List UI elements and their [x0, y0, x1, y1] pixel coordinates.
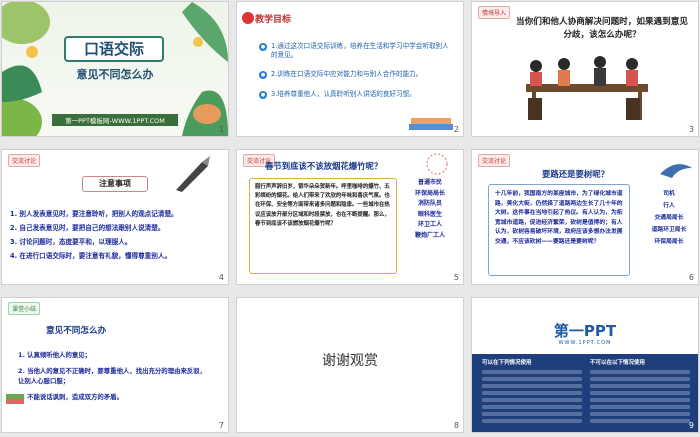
meeting-illustration [526, 56, 648, 120]
role-item: 消防队员 [417, 200, 442, 207]
slide-number: 4 [218, 273, 224, 282]
bulb-icon [242, 12, 254, 24]
roles-list: 司机 行人 交通局局长 道路环卫局长 环保局局长 [644, 188, 694, 248]
slide-thumbnail-4[interactable]: 交流讨论 注意事项 1. 别人发表意见时，要注意聆听，把别人的观点记清楚。 2.… [2, 150, 228, 284]
role-item: 行人 [663, 203, 675, 209]
slide-number: 1 [218, 125, 224, 134]
role-item: 鞭炮厂工人 [414, 231, 445, 239]
slide-thumbnail-3[interactable]: 情境导入 当你们和他人协商解决问题时，如果遇到意见分歧，该怎么办呢？ 3 [472, 2, 698, 136]
allowed-usage-heading: 可以在下列情况使用 [482, 360, 532, 366]
slide-title: 口语交际 [64, 36, 164, 62]
summary-heading: 意见不同怎么办 [46, 326, 107, 336]
role-item: 道路环卫局长 [651, 227, 687, 233]
books-icon [6, 394, 24, 404]
slide-thumbnail-6[interactable]: 交流讨论 要路还是要树呢？ 十几年前，我国南方的某座城市，为了绿化城市道路，美化… [472, 150, 698, 284]
slide-title: 要路还是要树呢？ [542, 169, 609, 179]
section-tag: 交流讨论 [8, 154, 41, 167]
slide-thumbnail-5[interactable]: 交流讨论 春节到底该不该放烟花爆竹呢？ 腊行声声辞旧岁，银华朵朵贺新年。呼里咖啡… [237, 150, 463, 284]
objective-item: ● 1.通过这次口语交际训练，培养在生活和学习中学会听取别人的意见。 [259, 42, 451, 60]
role-item: 环保局局长 [414, 189, 445, 197]
slide-number: 6 [688, 273, 694, 282]
slide-thumbnail-9[interactable]: 第一PPT WWW.1PPT.COM 可以在下列情况使用 不可以在以下情况使用 … [472, 298, 698, 432]
thanks-text: 谢谢观赏 [322, 353, 378, 369]
section-tag-label: 教学目标 [255, 15, 292, 25]
bullet-icon: ● [259, 91, 267, 99]
summary-item: 2. 当他人的意见不正确时，要尊重他人，找出充分的理由来反驳，让别人心服口服； [18, 367, 207, 385]
role-item: 交通局局长 [654, 215, 684, 221]
objective-text: 2.训练在口语交际中应对能力和与别人合作的能力。 [271, 70, 423, 78]
objective-item: ● 2.训练在口语交际中应对能力和与别人合作的能力。 [259, 70, 451, 79]
note-item: 2. 自己发表意见时，要把自己的想法跟别人说清楚。 [10, 224, 165, 232]
scenario-text: 腊行声声辞旧岁，银华朵朵贺新年。呼里咖啡的爆竹、五彩缤纷的烟花。给人们带来了欢欣… [249, 178, 397, 274]
note-item: 1. 别人发表意见时，要注意聆听，把别人的观点记清楚。 [10, 210, 178, 218]
forbidden-usage-lines [590, 370, 690, 426]
scenario-text: 十几年前，我国南方的某座城市，为了绿化城市道路，美化大街，仍然择了道路两边生长了… [488, 184, 630, 276]
objective-item: ● 3.培养尊重他人，认真聆听别人讲话的良好习惯。 [259, 90, 451, 99]
slide-thumbnail-1[interactable]: 口语交际 意见不同怎么办 第一PPT模板网-WWW.1PPT.COM 1 [2, 2, 228, 136]
objective-text: 3.培养尊重他人，认真聆听别人讲话的良好习惯。 [271, 90, 416, 98]
role-item: 普通市民 [417, 179, 442, 186]
slide-number: 5 [453, 273, 459, 282]
slide-number: 3 [688, 125, 694, 134]
slide-thumbnail-8[interactable]: 谢谢观赏 8 [237, 298, 463, 432]
fireworks-icon [426, 153, 448, 175]
slide-thumbnail-7[interactable]: 课堂小结 意见不同怎么办 1. 认真倾听他人的意见； 2. 当他人的意见不正确时… [2, 298, 228, 432]
note-item: 4. 在进行口语交际时，要注意有礼貌，懂得尊重别人。 [10, 252, 172, 260]
role-item: 环保局局长 [654, 239, 684, 245]
section-tag: 教学目标 [237, 2, 297, 30]
pen-icon [176, 156, 210, 192]
bullet-icon: ● [259, 43, 267, 51]
role-item: 眼科医生 [417, 210, 442, 218]
slide-number: 8 [453, 421, 459, 430]
slide-thumbnail-2[interactable]: 教学目标 ● 1.通过这次口语交际训练，培养在生活和学习中学会听取别人的意见。 ●… [237, 2, 463, 136]
objective-text: 1.通过这次口语交际训练，培养在生活和学习中学会听取别人的意见。 [271, 42, 449, 59]
bird-icon [660, 164, 692, 178]
role-item: 环卫工人 [417, 221, 442, 228]
note-item: 3. 讨论问题时，态度要平和，以理服人。 [10, 238, 132, 246]
brand-url: WWW.1PPT.COM [558, 340, 612, 346]
summary-item: 3. 不能说话讽刺，造成双方的矛盾。 [18, 393, 123, 401]
slide-footer: 第一PPT模板网-WWW.1PPT.COM [52, 114, 178, 126]
summary-item: 1. 认真倾听他人的意见； [18, 351, 92, 359]
section-tag: 课堂小结 [8, 302, 41, 315]
allowed-usage-lines [482, 370, 582, 426]
slide-subtitle: 意见不同怎么办 [76, 68, 154, 81]
section-tag: 交流讨论 [478, 154, 511, 167]
slide-number: 2 [453, 125, 459, 134]
forbidden-usage-heading: 不可以在以下情况使用 [590, 360, 646, 366]
slide-number: 7 [218, 421, 224, 430]
roles-list: 普通市民 环保局局长 消防队员 眼科医生 环卫工人 鞭炮厂工人 [407, 178, 453, 241]
brand-logo: 第一PPT [553, 322, 617, 340]
slide-number: 9 [688, 421, 694, 430]
role-item: 司机 [663, 191, 675, 197]
bullet-icon: ● [259, 71, 267, 79]
notes-heading: 注意事项 [82, 176, 148, 192]
slide-title: 春节到底该不该放烟花爆竹呢？ [265, 161, 383, 171]
